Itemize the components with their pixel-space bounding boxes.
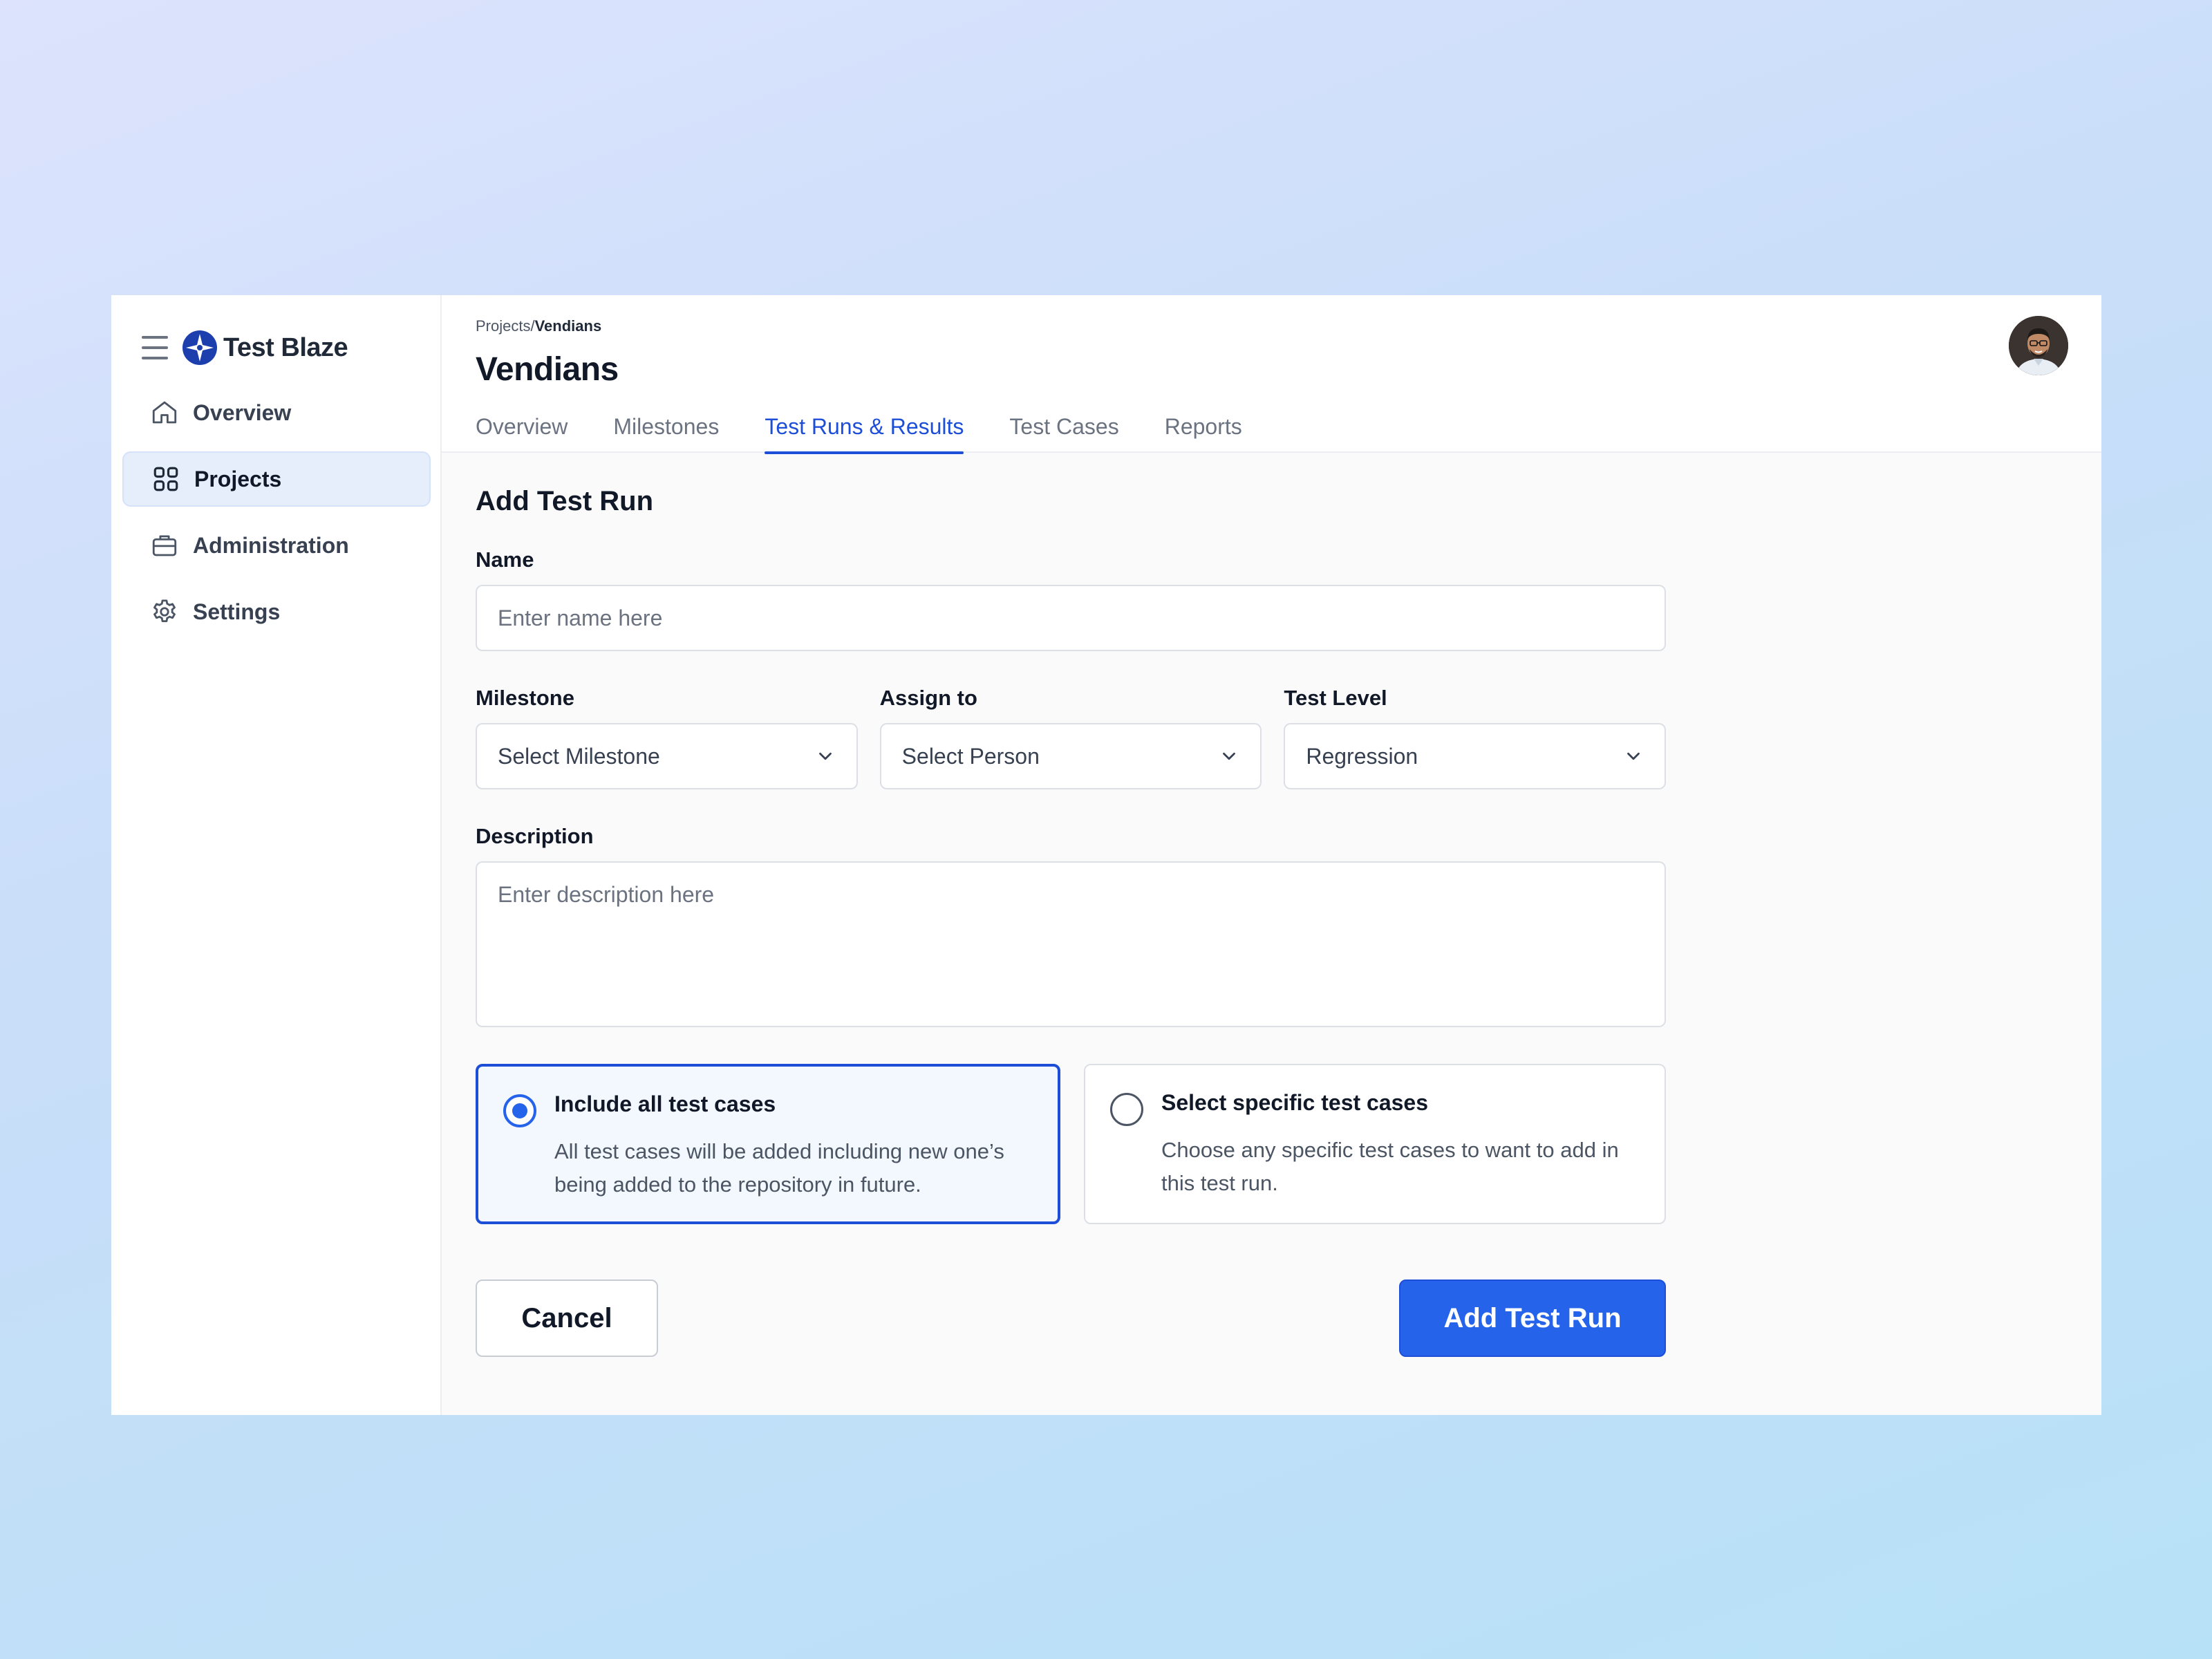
chevron-down-icon (1627, 752, 1640, 760)
form-actions: Cancel Add Test Run (476, 1280, 1666, 1357)
chevron-down-icon (1223, 752, 1236, 760)
sidebar-item-projects[interactable]: Projects (122, 451, 431, 507)
tab-reports[interactable]: Reports (1165, 414, 1242, 453)
form-title: Add Test Run (476, 486, 654, 516)
test-level-select[interactable]: Regression (1284, 723, 1667, 789)
breadcrumb-current: Vendians (534, 317, 602, 335)
chevron-down-icon (818, 752, 832, 760)
assign-select[interactable]: Select Person (879, 723, 1262, 789)
milestone-label: Milestone (476, 686, 574, 710)
project-tabs: Overview Milestones Test Runs & Results … (476, 414, 1288, 454)
brand-header: Test Blaze (142, 323, 348, 373)
description-label: Description (476, 824, 594, 848)
grid-icon (153, 467, 178, 491)
home-icon (152, 401, 177, 424)
hamburger-menu-icon[interactable] (142, 336, 168, 359)
test-case-options: Include all test cases All test cases wi… (476, 1064, 1666, 1224)
select-row: Milestone Select Milestone Assign to Sel… (476, 686, 1667, 789)
avatar[interactable] (2009, 316, 2068, 375)
milestone-select[interactable]: Select Milestone (476, 723, 858, 789)
user-avatar-icon (2009, 316, 2068, 375)
tab-test-cases[interactable]: Test Cases (1009, 414, 1118, 453)
page-header: Projects/Vendians Vendians Overview Mile… (442, 295, 2101, 454)
option-description: All test cases will be added including n… (554, 1139, 1004, 1197)
test-level-select-value: Regression (1306, 743, 1418, 769)
main-content: Projects/Vendians Vendians Overview Mile… (442, 295, 2101, 1415)
milestone-select-value: Select Milestone (498, 743, 660, 769)
test-blaze-logo-icon (182, 330, 217, 365)
add-test-run-button[interactable]: Add Test Run (1399, 1280, 1666, 1357)
option-title: Include all test cases (554, 1091, 776, 1116)
breadcrumb: Projects/Vendians (476, 317, 601, 335)
option-description: Choose any specific test cases to want t… (1161, 1138, 1619, 1195)
name-input[interactable] (476, 585, 1666, 651)
sidebar-item-overview[interactable]: Overview (122, 385, 431, 440)
test-level-field: Test Level Regression (1284, 686, 1667, 789)
option-select-specific[interactable]: Select specific test cases Choose any sp… (1084, 1064, 1666, 1224)
gear-icon (153, 599, 176, 623)
tab-overview[interactable]: Overview (476, 414, 568, 453)
milestone-field: Milestone Select Milestone (476, 686, 858, 789)
cancel-button[interactable]: Cancel (476, 1280, 658, 1357)
sidebar-item-label: Overview (193, 400, 292, 425)
sidebar-item-label: Settings (193, 599, 281, 624)
sidebar: Test Blaze Overview Projects Administrat… (111, 295, 442, 1415)
assign-label: Assign to (879, 686, 977, 710)
app-window: Test Blaze Overview Projects Administrat… (111, 295, 2101, 1415)
option-include-all[interactable]: Include all test cases All test cases wi… (476, 1064, 1060, 1224)
assign-field: Assign to Select Person (879, 686, 1262, 789)
sidebar-item-label: Administration (193, 532, 349, 558)
assign-select-value: Select Person (901, 743, 1040, 769)
sidebar-item-settings[interactable]: Settings (122, 584, 431, 639)
sidebar-item-label: Projects (194, 466, 282, 491)
breadcrumb-parent[interactable]: Projects/ (476, 317, 535, 335)
description-field: Description (476, 824, 1666, 1031)
sidebar-nav: Overview Projects Administration Setting… (122, 385, 431, 650)
tab-test-runs-results[interactable]: Test Runs & Results (765, 414, 964, 454)
name-label: Name (476, 547, 534, 572)
sidebar-item-administration[interactable]: Administration (122, 518, 431, 573)
option-title: Select specific test cases (1161, 1090, 1429, 1115)
brand-name: Test Blaze (223, 332, 348, 362)
radio-unselected-icon[interactable] (1110, 1093, 1143, 1126)
radio-selected-icon[interactable] (503, 1094, 536, 1127)
tab-milestones[interactable]: Milestones (613, 414, 719, 453)
test-level-label: Test Level (1284, 686, 1387, 710)
briefcase-icon (152, 535, 177, 556)
add-test-run-form: Add Test Run Name Milestone Select Miles… (476, 486, 1667, 1357)
description-textarea[interactable] (476, 861, 1666, 1027)
page-title: Vendians (476, 351, 619, 388)
